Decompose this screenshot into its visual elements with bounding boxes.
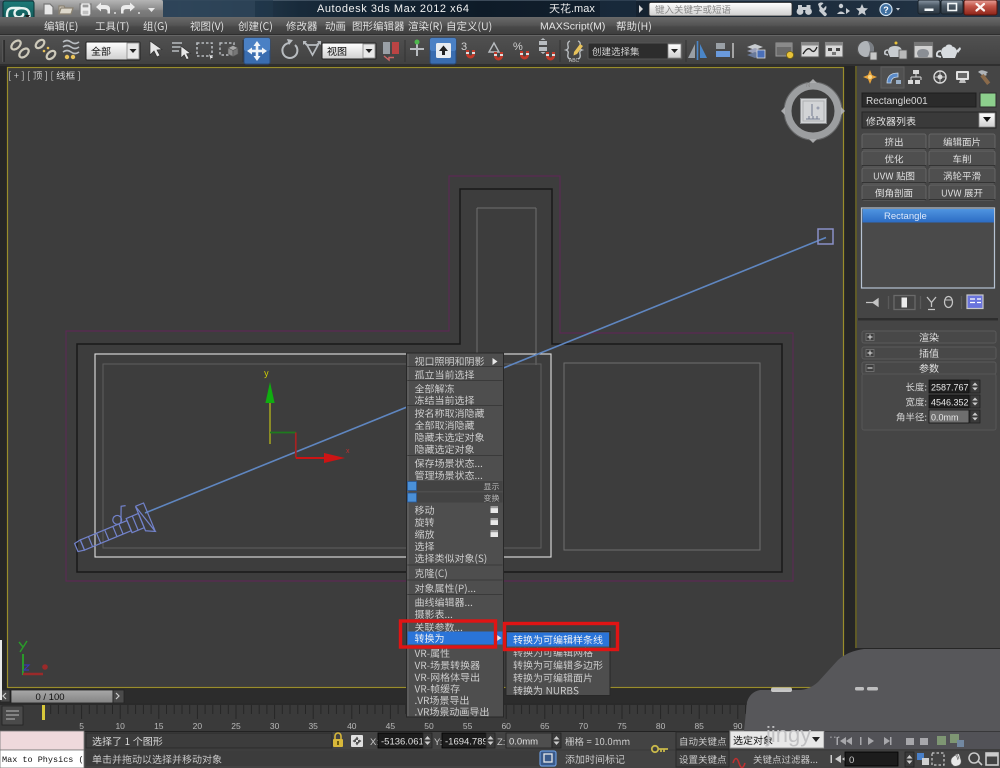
svg-text:50: 50 [424,721,434,731]
svg-text:4546.352: 4546.352 [931,398,969,408]
svg-text:0: 0 [849,755,854,766]
svg-text:15: 15 [154,721,164,731]
svg-text:55: 55 [463,721,473,731]
svg-text:85: 85 [694,721,704,731]
svg-text:65: 65 [540,721,550,731]
svg-text:60: 60 [501,721,511,731]
svg-text:10: 10 [115,721,125,731]
svg-text:.max: .max [571,3,595,15]
svg-text:ABC: ABC [569,58,580,64]
svg-text:Rectangle001: Rectangle001 [866,96,928,107]
svg-text:0.0mm: 0.0mm [509,737,538,748]
svg-text:30: 30 [270,721,280,731]
svg-text:80: 80 [656,721,666,731]
svg-text:jingy: jingy [765,722,811,747]
svg-text:N: N [806,83,810,89]
svg-text:?: ? [883,5,889,15]
svg-text:75: 75 [617,721,627,731]
svg-text:Y:: Y: [434,737,442,748]
svg-text:-1694.789: -1694.789 [445,737,488,748]
svg-text:0.0mm: 0.0mm [931,413,959,423]
svg-text:90: 90 [733,721,743,731]
svg-text:Autodesk 3ds Max 2012 x64: Autodesk 3ds Max 2012 x64 [317,3,470,15]
svg-text:70: 70 [579,721,589,731]
svg-text:-5136.061: -5136.061 [381,737,424,748]
svg-text:5: 5 [79,721,84,731]
svg-text:Z:: Z: [497,737,505,748]
svg-text:...: ... [829,725,841,741]
svg-text:0 / 100: 0 / 100 [35,692,64,703]
svg-text:45: 45 [386,721,396,731]
svg-text:40: 40 [347,721,357,731]
svg-text:Max to Physics (: Max to Physics ( [2,755,84,765]
svg-text:2587.767: 2587.767 [931,383,969,393]
svg-text:25: 25 [231,721,241,731]
svg-text:MAXScript(M): MAXScript(M) [540,21,605,33]
svg-text:x: x [346,448,350,455]
svg-text:20: 20 [193,721,203,731]
svg-text:35: 35 [308,721,318,731]
svg-text:Rectangle: Rectangle [884,211,927,222]
